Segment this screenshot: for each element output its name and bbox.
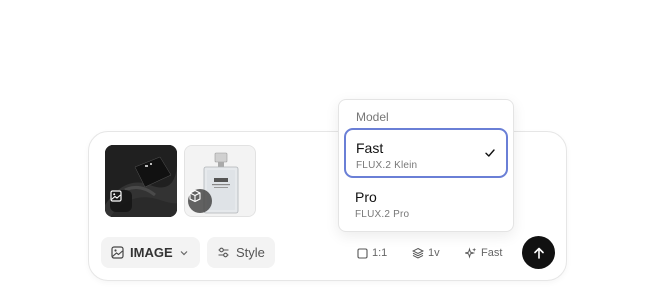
cube-icon [189,189,201,203]
mode-select-button[interactable]: IMAGE [101,237,200,268]
chevron-down-icon [180,250,188,255]
image-badge [110,190,132,212]
model-dropdown: Model Fast FLUX.2 Klein Pro FLUX.2 Pro [338,99,514,232]
image-icon [111,246,124,259]
sparkle-icon [465,247,477,259]
layers-icon [412,247,424,259]
attachment-thumbnail-image[interactable] [105,145,177,217]
square-icon [357,247,368,259]
product-badge [188,189,212,213]
model-option-pro[interactable]: Pro FLUX.2 Pro [344,178,508,228]
speed-button[interactable]: Fast [465,244,502,262]
dropdown-title: Model [356,110,389,124]
arrow-up-icon [533,247,544,259]
speed-label: Fast [481,247,503,259]
option-name: Pro [355,189,377,205]
option-model: FLUX.2 Pro [355,209,410,220]
aspect-ratio-button[interactable]: 1:1 [357,244,387,262]
versions-button[interactable]: 1v [412,244,440,262]
option-name: Fast [356,140,384,156]
checkmark-icon [485,149,495,157]
option-model: FLUX.2 Klein [356,160,418,171]
aspect-ratio-label: 1:1 [372,247,388,259]
versions-label: 1v [428,247,440,259]
page: IMAGE Style 1:1 1v Fast Model Fast FLUX.… [0,0,660,299]
style-button[interactable]: Style [207,237,275,268]
mode-label: IMAGE [130,245,173,260]
model-option-fast[interactable]: Fast FLUX.2 Klein [344,128,508,178]
attachment-thumbnail-product[interactable] [184,145,256,217]
sliders-icon [218,247,229,258]
image-icon [110,190,122,202]
style-label: Style [236,245,265,260]
send-button[interactable] [522,236,555,269]
